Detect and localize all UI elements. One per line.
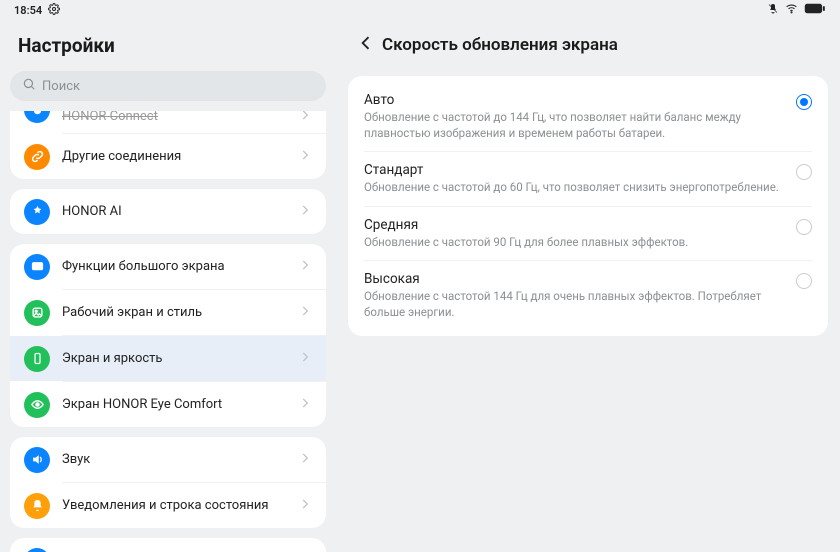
sidebar-item-biometrics[interactable]: Биометрические данные и пароли xyxy=(10,538,326,552)
chevron-right-icon xyxy=(298,395,312,414)
eye-comfort-icon xyxy=(24,392,50,418)
sidebar-item-sound[interactable]: Звук xyxy=(10,437,326,482)
home-style-icon xyxy=(24,300,50,326)
sidebar-item-label: HONOR AI xyxy=(62,204,298,219)
big-screen-icon xyxy=(24,254,50,280)
sidebar-item-label: Функции большого экрана xyxy=(62,259,298,274)
sidebar-item-display[interactable]: Экран и яркость xyxy=(10,336,326,381)
chevron-right-icon xyxy=(298,450,312,469)
chevron-right-icon xyxy=(298,257,312,276)
sidebar-item-label: Уведомления и строка состояния xyxy=(62,498,298,513)
sidebar-item-honor-ai[interactable]: HONOR AI xyxy=(10,189,326,234)
radio-icon xyxy=(796,273,812,289)
chevron-right-icon xyxy=(298,303,312,322)
option-title: Средняя xyxy=(364,217,784,233)
refresh-option-auto[interactable]: Авто Обновление с частотой до 144 Гц, что… xyxy=(348,82,828,151)
chevron-right-icon xyxy=(298,111,312,126)
search-input[interactable]: Поиск xyxy=(10,71,326,101)
sidebar-item-label: Звук xyxy=(62,452,298,467)
wifi-icon xyxy=(785,2,798,18)
sidebar-item-honor-connect[interactable]: HONOR Connect xyxy=(10,111,326,133)
battery-icon xyxy=(804,3,826,17)
refresh-rate-options: Авто Обновление с частотой до 144 Гц, что… xyxy=(348,76,828,336)
sidebar-item-other-conn[interactable]: Другие соединения xyxy=(10,134,326,179)
biometrics-icon xyxy=(24,548,50,552)
chevron-right-icon xyxy=(298,202,312,221)
chevron-right-icon xyxy=(298,496,312,515)
sidebar-item-label: Другие соединения xyxy=(62,149,298,164)
chevron-right-icon xyxy=(298,349,312,368)
other-conn-icon xyxy=(24,144,50,170)
sidebar-item-big-screen[interactable]: Функции большого экрана xyxy=(10,244,326,289)
honor-ai-icon xyxy=(24,199,50,225)
refresh-option-high[interactable]: Высокая Обновление с частотой 144 Гц для … xyxy=(348,261,828,330)
sidebar-item-home-style[interactable]: Рабочий экран и стиль xyxy=(10,290,326,335)
sidebar-item-label: Рабочий экран и стиль xyxy=(62,305,298,320)
search-icon xyxy=(22,77,36,95)
settings-sidebar: Настройки Поиск HONOR Connect Другие соед… xyxy=(0,20,336,552)
radio-icon xyxy=(796,94,812,110)
sidebar-item-label: HONOR Connect xyxy=(62,111,298,124)
option-title: Авто xyxy=(364,92,784,108)
search-placeholder: Поиск xyxy=(42,79,80,94)
radio-icon xyxy=(796,164,812,180)
sidebar-item-eye-comfort[interactable]: Экран HONOR Eye Comfort xyxy=(10,382,326,427)
sidebar-item-label: Экран HONOR Eye Comfort xyxy=(62,397,298,412)
option-title: Стандарт xyxy=(364,162,784,178)
chevron-right-icon xyxy=(298,147,312,166)
option-subtitle: Обновление с частотой до 144 Гц, что поз… xyxy=(364,110,784,141)
option-subtitle: Обновление с частотой до 60 Гц, что позв… xyxy=(364,180,784,196)
gear-icon xyxy=(48,3,60,18)
sidebar-item-label: Экран и яркость xyxy=(62,351,298,366)
mute-icon xyxy=(767,3,779,18)
settings-title: Настройки xyxy=(0,20,336,67)
sidebar-item-notifications[interactable]: Уведомления и строка состояния xyxy=(10,483,326,528)
status-bar: 18:54 xyxy=(0,0,840,20)
detail-panel: Скорость обновления экрана Авто Обновлени… xyxy=(336,20,840,552)
display-icon xyxy=(24,346,50,372)
option-title: Высокая xyxy=(364,271,784,287)
back-button[interactable] xyxy=(356,33,376,57)
option-subtitle: Обновление с частотой 144 Гц для очень п… xyxy=(364,289,784,320)
sound-icon xyxy=(24,447,50,473)
notifications-icon xyxy=(24,493,50,519)
status-time: 18:54 xyxy=(14,4,42,17)
option-subtitle: Обновление с частотой 90 Гц для более пл… xyxy=(364,235,784,251)
refresh-option-standard[interactable]: Стандарт Обновление с частотой до 60 Гц, … xyxy=(348,152,828,206)
radio-icon xyxy=(796,219,812,235)
refresh-option-medium[interactable]: Средняя Обновление с частотой 90 Гц для б… xyxy=(348,207,828,261)
page-title: Скорость обновления экрана xyxy=(382,35,618,55)
